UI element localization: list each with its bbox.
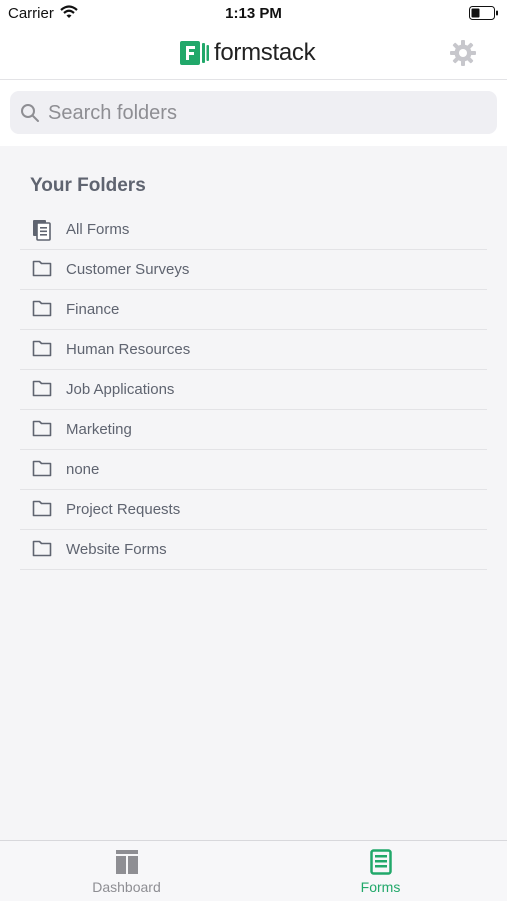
folder-row[interactable]: Human Resources xyxy=(20,330,487,370)
tab-forms[interactable]: Forms xyxy=(254,841,507,901)
forms-stack-icon xyxy=(32,219,52,246)
folder-row[interactable]: Customer Surveys xyxy=(20,250,487,290)
tab-forms-label: Forms xyxy=(360,879,401,895)
tab-bar: Dashboard Forms xyxy=(0,840,507,901)
formstack-logo: formstack xyxy=(180,39,316,67)
folder-icon xyxy=(32,339,52,362)
folder-label: Human Resources xyxy=(66,341,191,358)
folder-label: none xyxy=(66,461,100,478)
search-input[interactable] xyxy=(46,91,490,136)
folder-label: Project Requests xyxy=(66,501,181,518)
folder-icon xyxy=(32,419,52,442)
folder-row[interactable]: Marketing xyxy=(20,410,487,450)
forms-icon xyxy=(254,849,507,880)
search-icon xyxy=(20,103,40,128)
settings-gear-icon[interactable] xyxy=(449,39,477,72)
folder-icon xyxy=(32,459,52,482)
folder-row[interactable]: Website Forms xyxy=(20,530,487,570)
folder-label: Job Applications xyxy=(66,381,175,398)
tab-dashboard[interactable]: Dashboard xyxy=(0,841,253,901)
formstack-logo-icon xyxy=(180,41,209,65)
folder-row[interactable]: Project Requests xyxy=(20,490,487,530)
folder-label: All Forms xyxy=(66,221,130,238)
status-bar: Carrier 1:13 PM xyxy=(0,0,507,28)
dashboard-icon xyxy=(0,849,253,880)
search-bar[interactable] xyxy=(10,91,497,136)
folder-icon xyxy=(32,379,52,402)
folder-row[interactable]: All Forms xyxy=(20,210,487,250)
status-time: 1:13 PM xyxy=(225,5,282,22)
folder-icon xyxy=(32,499,52,522)
tab-dashboard-label: Dashboard xyxy=(92,879,161,895)
folder-label: Website Forms xyxy=(66,541,167,558)
search-section xyxy=(0,80,507,146)
folder-list: All Forms Customer Surveys Finance Human Re… xyxy=(20,210,487,570)
folder-label: Customer Surveys xyxy=(66,261,190,278)
folder-icon xyxy=(32,539,52,562)
folder-row[interactable]: Finance xyxy=(20,290,487,330)
folder-icon xyxy=(32,259,52,282)
folder-row[interactable]: Job Applications xyxy=(20,370,487,410)
folders-heading: Your Folders xyxy=(30,175,146,196)
folder-label: Marketing xyxy=(66,421,132,438)
folder-icon xyxy=(32,299,52,322)
folder-row[interactable]: none xyxy=(20,450,487,490)
app-name: formstack xyxy=(214,39,316,66)
folder-label: Finance xyxy=(66,301,120,318)
battery-icon xyxy=(469,6,499,26)
nav-bar: formstack xyxy=(0,28,507,80)
